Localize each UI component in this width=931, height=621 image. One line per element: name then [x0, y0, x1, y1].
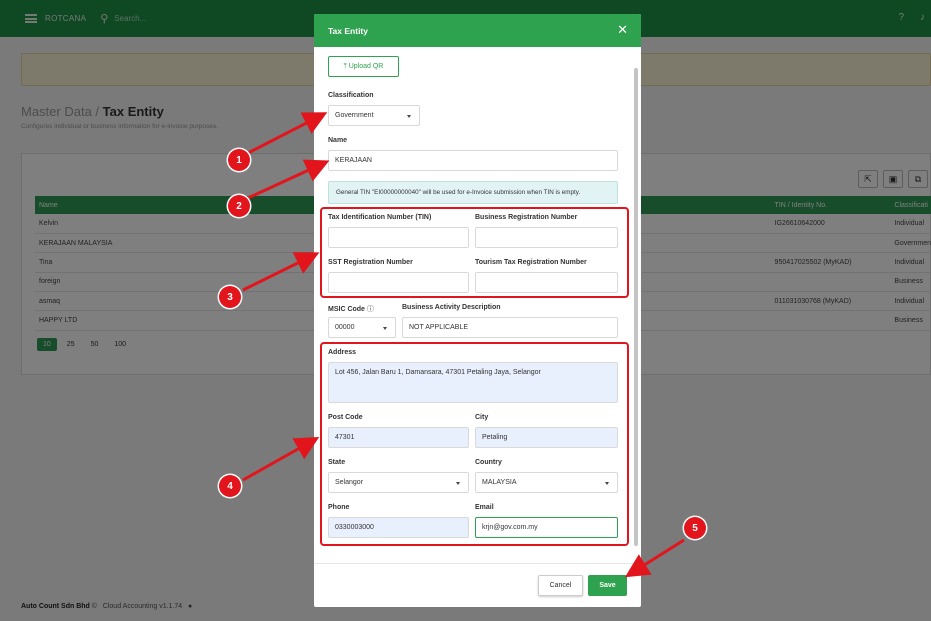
arrow-3 [242, 252, 320, 292]
arrow-5 [624, 538, 685, 578]
annotation-badge-1: 1 [228, 149, 250, 171]
annotation-arrows [242, 112, 685, 578]
annotation-badge-3: 3 [219, 286, 241, 308]
arrow-1 [247, 112, 328, 155]
annotation-badge-5: 5 [684, 517, 706, 539]
annotation-badge-4: 4 [219, 475, 241, 497]
arrow-2 [247, 159, 330, 200]
annotation-badge-2: 2 [228, 195, 250, 217]
arrow-4 [242, 437, 320, 482]
